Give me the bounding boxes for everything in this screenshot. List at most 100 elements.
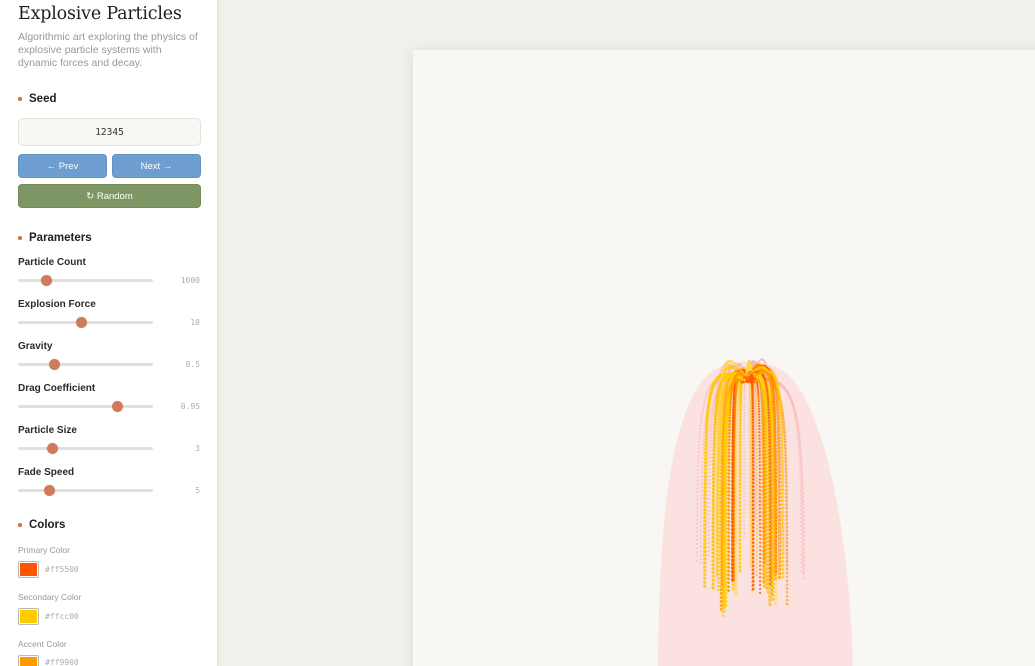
random-seed-button[interactable]: ↻ Random — [18, 184, 201, 208]
particle-dot — [743, 488, 746, 491]
particle-dot — [743, 437, 746, 440]
primary-color-fill — [20, 563, 37, 576]
gravity-slider-thumb[interactable] — [49, 359, 61, 370]
particle-dot — [792, 410, 796, 413]
particle-size-slider[interactable] — [18, 443, 153, 454]
particle-dot — [777, 525, 782, 530]
prev-seed-button[interactable]: ← Prev — [18, 154, 107, 178]
particle-dot — [761, 564, 765, 568]
particle-dot — [706, 410, 710, 414]
particle-dot — [705, 422, 709, 426]
particle-count-slider-thumb[interactable] — [41, 275, 53, 286]
particle-dot — [758, 437, 761, 440]
particle-dot — [802, 507, 805, 510]
drag-coefficient-slider-thumb[interactable] — [111, 401, 123, 412]
drag-coefficient-value: 0.95 — [180, 402, 200, 411]
particle-dot — [758, 425, 761, 428]
particle-dot — [710, 423, 713, 426]
secondary-color-label: Secondary Color — [18, 592, 82, 602]
particle-dot — [756, 388, 760, 392]
particle-dot — [708, 474, 711, 478]
drag-coefficient-slider[interactable] — [18, 401, 153, 412]
particle-dot — [758, 478, 761, 481]
particle-dot — [785, 548, 789, 552]
particle-dot — [755, 539, 759, 542]
particle-dot — [755, 465, 758, 468]
particle-dot — [783, 437, 787, 441]
particle-dot — [774, 598, 778, 602]
next-seed-button[interactable]: Next → — [112, 154, 201, 178]
particle-dot — [800, 553, 803, 556]
particle-dot — [711, 417, 714, 420]
particle-dot — [785, 503, 789, 507]
seed-input[interactable] — [18, 118, 201, 146]
particle-dot — [755, 516, 758, 519]
particle-dot — [701, 453, 704, 456]
gravity-label: Gravity — [18, 341, 53, 352]
particle-dot — [761, 485, 765, 489]
particle-dot — [697, 457, 700, 461]
particle-dot — [758, 454, 761, 457]
particle-dot — [699, 431, 702, 434]
particle-dot — [739, 403, 742, 407]
bullet-dot-icon — [18, 236, 22, 240]
accent-color-swatch[interactable] — [18, 655, 39, 666]
particle-dot — [788, 395, 791, 398]
particle-dot — [743, 523, 746, 526]
art-canvas[interactable] — [413, 50, 1035, 666]
particle-dot — [712, 406, 715, 409]
particle-dot — [784, 460, 788, 464]
particle-dot — [777, 442, 781, 446]
fade-speed-slider[interactable] — [18, 485, 153, 496]
particle-dot — [703, 561, 707, 565]
particle-dot — [799, 485, 802, 489]
particle-dot — [757, 400, 760, 403]
particle-dot — [708, 482, 711, 485]
particle-dot — [776, 417, 780, 421]
particle-dot — [701, 449, 705, 453]
particle-dot — [707, 446, 710, 449]
particle-dot — [716, 588, 720, 592]
particle-dot — [772, 586, 775, 590]
particle-dot — [722, 609, 727, 613]
particle-dot — [738, 468, 742, 472]
particle-dot — [708, 550, 711, 553]
fade-speed-slider-thumb[interactable] — [44, 485, 56, 496]
particle-dot — [696, 468, 700, 471]
particle-dot — [754, 397, 758, 400]
particle-dot — [755, 570, 759, 573]
gravity-slider[interactable] — [18, 359, 153, 370]
particle-dot — [777, 436, 781, 440]
particle-dot — [705, 413, 710, 417]
particle-count-slider[interactable] — [18, 275, 153, 286]
particle-dot — [757, 397, 760, 400]
particle-dot — [754, 390, 757, 393]
particle-dot — [743, 412, 746, 415]
particle-dot — [761, 488, 765, 492]
particle-dot — [777, 560, 782, 564]
explosion-force-slider-thumb[interactable] — [76, 317, 88, 328]
particle-dot — [758, 464, 761, 467]
particle-size-slider-thumb[interactable] — [46, 443, 58, 454]
particle-dot — [802, 523, 805, 526]
particle-dot — [757, 395, 760, 398]
particle-dot — [758, 440, 761, 443]
particle-dot — [695, 514, 699, 517]
particle-dot — [695, 555, 698, 558]
particle-dot — [738, 434, 742, 437]
particle-dot — [755, 566, 759, 569]
particle-dot — [708, 529, 711, 532]
explosion-force-slider[interactable] — [18, 317, 153, 328]
particle-dot — [759, 556, 762, 559]
particle-dot — [738, 542, 742, 546]
primary-color-swatch[interactable] — [18, 561, 39, 578]
particle-dot — [700, 474, 704, 478]
particle-dot — [777, 575, 782, 580]
particle-dot — [777, 463, 781, 467]
particle-dot — [738, 527, 742, 531]
particle-dot — [700, 529, 703, 532]
secondary-color-swatch[interactable] — [18, 608, 39, 625]
particle-dot — [700, 418, 703, 422]
particle-dot — [801, 484, 804, 487]
particle-dot — [708, 467, 712, 470]
